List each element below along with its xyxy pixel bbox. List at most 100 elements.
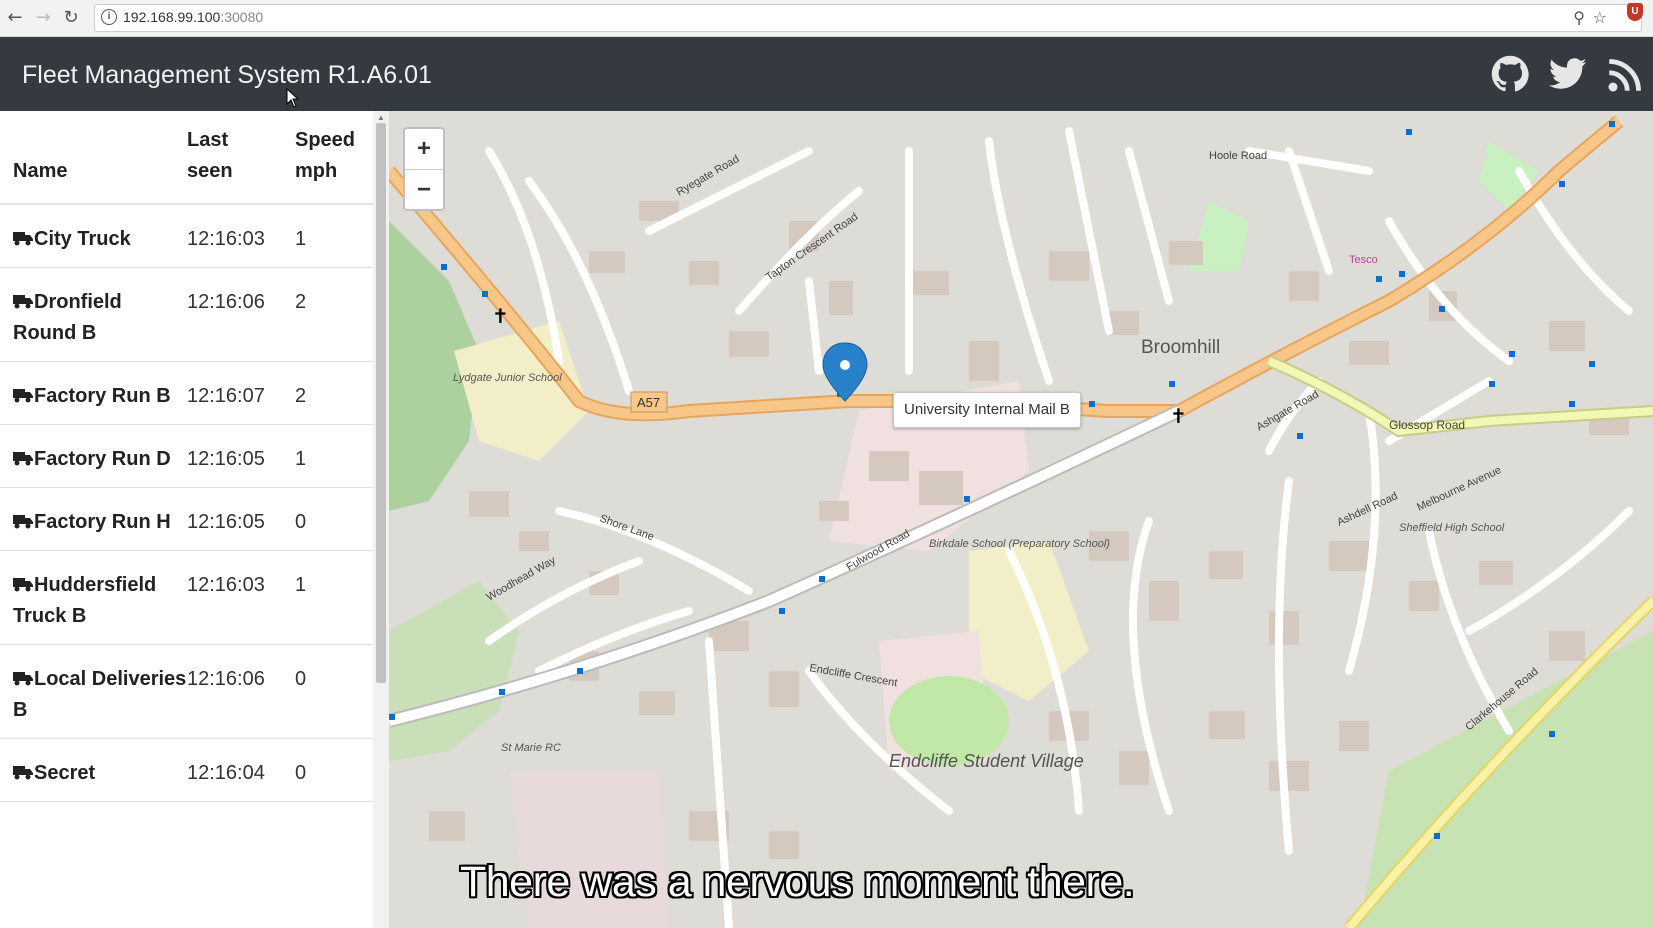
speed-cell: 2 (295, 267, 373, 362)
zoom-control: + − (403, 127, 445, 211)
speed-header-label: Speed mph (295, 129, 356, 182)
speed-cell: 1 (295, 204, 373, 268)
vehicle-name-cell[interactable]: Huddersfield Truck B (0, 550, 187, 645)
twitter-icon[interactable] (1549, 57, 1587, 91)
table-row[interactable]: Local Deliveries B 12:16:06 0 (0, 644, 373, 739)
vehicle-name-cell[interactable]: City Truck (0, 204, 187, 268)
scroll-up-icon[interactable]: ▲ (377, 113, 385, 122)
github-icon[interactable] (1491, 55, 1529, 93)
label-endcliffe-village: Endcliffe Student Village (889, 751, 1084, 771)
vehicle-list-panel: Name Last seen Speed mph City Truck 12:16… (0, 111, 373, 928)
reload-icon[interactable]: ↻ (60, 7, 82, 29)
bookmark-star-icon[interactable]: ☆ (1593, 8, 1607, 27)
speed-cell: 0 (295, 487, 373, 551)
app-navbar: Fleet Management System R1.A6.01 (0, 37, 1653, 111)
vehicle-name: Huddersfield Truck B (13, 574, 157, 627)
school-grounds (969, 541, 1089, 701)
label-hoole-road: Hoole Road (1209, 150, 1267, 162)
vehicle-name-cell[interactable]: Factory Run H (0, 487, 187, 551)
vehicle-name-cell[interactable]: Factory Run D (0, 424, 187, 488)
park-area (389, 581, 519, 761)
vehicle-name-cell[interactable]: Factory Run B (0, 361, 187, 425)
vehicle-marker-icon[interactable] (822, 342, 868, 402)
last-seen-cell: 12:16:07 (187, 361, 295, 425)
speed-cell: 0 (295, 644, 373, 739)
speed-cell: 0 (295, 738, 373, 802)
vehicle-name: Secret (34, 762, 96, 784)
last-seen-cell: 12:16:05 (187, 424, 295, 488)
label-tesco: Tesco (1349, 254, 1378, 266)
last-seen-cell: 12:16:03 (187, 550, 295, 645)
label-woodhead-way: Woodhead Way (485, 554, 559, 603)
browser-toolbar: ← → ↻ i 192.168.99.100:30080 ⚲ ☆ U (0, 0, 1653, 37)
rss-icon[interactable] (1607, 57, 1643, 93)
last-seen-cell: 12:16:04 (187, 738, 295, 802)
vehicle-name: Factory Run B (34, 385, 171, 407)
map-view[interactable]: ✝ ✝ Broomhill A57 Glossop Road Lydgate J… (389, 111, 1653, 928)
truck-icon (13, 672, 33, 686)
vehicle-name: City Truck (34, 228, 131, 250)
label-ashgate-road: Ashgate Road (1255, 388, 1321, 433)
table-row[interactable]: Secret 12:16:04 0 (0, 738, 373, 802)
label-lydgate-school: Lydgate Junior School (453, 372, 562, 384)
speed-cell: 1 (295, 550, 373, 645)
speed-cell: 1 (295, 424, 373, 488)
truck-icon (13, 389, 33, 403)
map-canvas[interactable]: ✝ ✝ Broomhill A57 Glossop Road Lydgate J… (389, 111, 1653, 928)
vehicle-popup[interactable]: University Internal Mail B (893, 392, 1081, 428)
label-st-marie: St Marie RC (501, 742, 561, 754)
address-bar[interactable]: i 192.168.99.100:30080 ⚲ ☆ (94, 4, 1642, 32)
vehicle-name: Factory Run H (34, 511, 171, 533)
url-text[interactable]: 192.168.99.100:30080 (123, 9, 263, 25)
table-row[interactable]: Dronfield Round B 12:16:06 2 (0, 267, 373, 362)
table-row[interactable]: Huddersfield Truck B 12:16:03 1 (0, 550, 373, 645)
church-icon: ✝ (1170, 404, 1187, 428)
last-seen-cell: 12:16:03 (187, 204, 295, 268)
speed-cell: 2 (295, 361, 373, 425)
vehicle-name-cell[interactable]: Dronfield Round B (0, 267, 187, 362)
label-ashdell-road: Ashdell Road (1335, 490, 1399, 529)
zoom-out-button[interactable]: − (405, 170, 443, 210)
label-broomhill: Broomhill (1141, 337, 1220, 358)
column-header-speed[interactable]: Speed mph (295, 111, 373, 205)
truck-icon (13, 766, 33, 780)
scrollbar-thumb[interactable] (376, 123, 386, 683)
vehicle-table: Name Last seen Speed mph City Truck 12:16… (0, 111, 373, 802)
vehicle-name-cell[interactable]: Local Deliveries B (0, 644, 187, 739)
mouse-cursor-icon (286, 88, 300, 108)
label-sheffield-high: Sheffield High School (1399, 522, 1505, 534)
table-row[interactable]: City Truck 12:16:03 1 (0, 204, 373, 268)
truck-icon (13, 578, 33, 592)
vehicle-name: Local Deliveries B (13, 668, 187, 721)
table-row[interactable]: Factory Run D 12:16:05 1 (0, 424, 373, 488)
truck-icon (13, 515, 33, 529)
label-glossop-road: Glossop Road (1389, 418, 1465, 432)
truck-icon (13, 295, 33, 309)
info-icon[interactable]: i (101, 9, 117, 25)
app-title[interactable]: Fleet Management System R1.A6.01 (22, 61, 432, 90)
column-header-last-seen[interactable]: Last seen (187, 111, 295, 205)
table-header-row: Name Last seen Speed mph (0, 111, 373, 205)
truck-icon (13, 452, 33, 466)
church-icon: ✝ (492, 304, 509, 328)
last-seen-cell: 12:16:06 (187, 267, 295, 362)
truck-icon (13, 232, 33, 246)
last-seen-header-label: Last seen (187, 129, 233, 182)
column-header-name[interactable]: Name (0, 111, 187, 205)
label-melbourne-avenue: Melbourne Avenue (1415, 464, 1503, 514)
last-seen-cell: 12:16:06 (187, 644, 295, 739)
label-a57: A57 (637, 395, 660, 410)
extension-shield-icon[interactable]: U (1627, 3, 1643, 21)
sidebar-scrollbar[interactable]: ▲ (373, 111, 389, 928)
vehicle-name-cell[interactable]: Secret (0, 738, 187, 802)
last-seen-cell: 12:16:05 (187, 487, 295, 551)
video-subtitle: There was a nervous moment there. (460, 858, 1135, 906)
table-row[interactable]: Factory Run H 12:16:05 0 (0, 487, 373, 551)
zoom-in-button[interactable]: + (405, 129, 443, 170)
forward-icon[interactable]: → (32, 7, 54, 29)
zoom-icon[interactable]: ⚲ (1573, 8, 1585, 27)
vehicle-name: Factory Run D (34, 448, 171, 470)
table-row[interactable]: Factory Run B 12:16:07 2 (0, 361, 373, 425)
back-icon[interactable]: ← (4, 7, 26, 29)
label-birkdale-school: Birkdale School (Preparatory School) (929, 538, 1110, 550)
